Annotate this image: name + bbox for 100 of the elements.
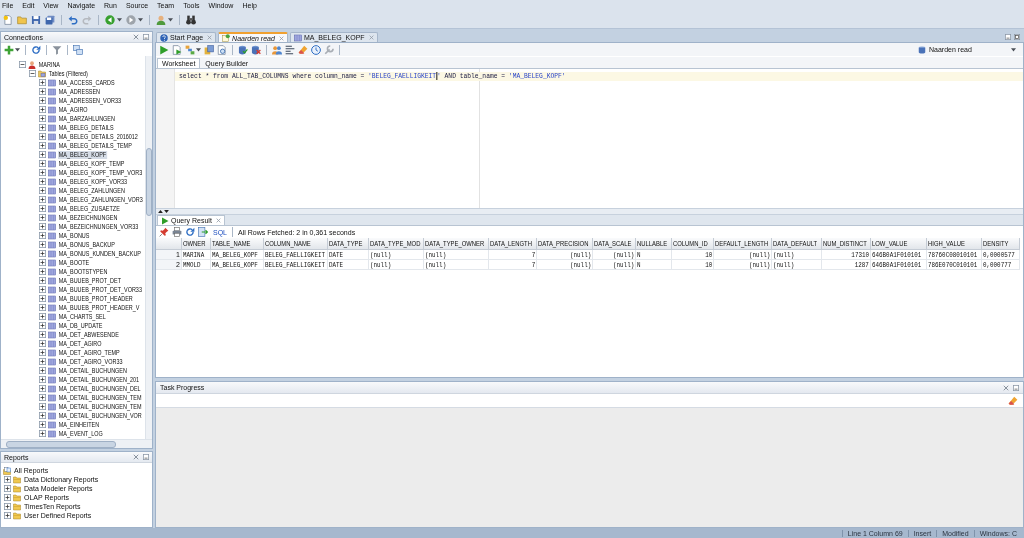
expand-icon[interactable] [4, 503, 11, 510]
caret-icon [1011, 47, 1016, 52]
worksheet-icon [222, 34, 231, 42]
expand-icon[interactable] [4, 494, 11, 501]
expand-icon[interactable] [39, 169, 46, 176]
grid-corner [156, 238, 182, 250]
reports-folder-icon [3, 466, 11, 475]
minimize-icon[interactable] [143, 34, 149, 40]
expand-icon[interactable] [39, 88, 46, 95]
expand-icon[interactable] [39, 313, 46, 320]
expand-icon[interactable] [39, 142, 46, 149]
export-icon[interactable] [198, 227, 208, 237]
expand-icon[interactable] [39, 124, 46, 131]
expand-icon[interactable] [39, 106, 46, 113]
printer-icon[interactable] [172, 227, 182, 237]
expand-icon[interactable] [39, 259, 46, 266]
run-icon [161, 216, 169, 225]
expand-icon[interactable] [39, 322, 46, 329]
expand-icon[interactable] [39, 331, 46, 338]
eraser-icon[interactable] [1008, 395, 1018, 406]
people-icon[interactable] [272, 44, 282, 55]
stacked-pages-icon[interactable] [204, 44, 214, 55]
expand-icon[interactable] [39, 133, 46, 140]
maximize-icon[interactable] [1014, 33, 1020, 40]
expand-icon[interactable] [39, 394, 46, 401]
refresh-icon[interactable] [31, 44, 41, 55]
expand-icon[interactable] [39, 115, 46, 122]
expand-icon[interactable] [39, 295, 46, 302]
save-icon[interactable] [31, 14, 41, 25]
run-icon[interactable] [159, 44, 169, 55]
expand-icon[interactable] [39, 232, 46, 239]
expand-icon[interactable] [39, 223, 46, 230]
expand-icon[interactable] [39, 187, 46, 194]
arrow-up-icon[interactable] [158, 210, 163, 213]
pin-icon[interactable] [159, 227, 169, 237]
expand-icon[interactable] [39, 412, 46, 419]
save-all-icon[interactable] [45, 14, 55, 25]
minimize-icon[interactable] [1013, 384, 1019, 391]
expand-icon[interactable] [39, 241, 46, 248]
caret-icon[interactable] [138, 17, 143, 22]
vertical-scrollbar[interactable] [145, 56, 152, 439]
expand-icon[interactable] [39, 178, 46, 185]
expand-icon[interactable] [39, 268, 46, 275]
close-icon[interactable] [133, 34, 139, 40]
expand-icon[interactable] [39, 304, 46, 311]
expand-icon[interactable] [39, 403, 46, 410]
expand-icon[interactable] [4, 512, 11, 519]
caret-icon[interactable] [15, 47, 20, 52]
expand-icon[interactable] [39, 250, 46, 257]
database-cross-icon[interactable] [251, 44, 261, 55]
eraser-icon[interactable] [298, 44, 308, 55]
collapse-icon[interactable] [29, 70, 36, 77]
collapse-icon[interactable] [19, 61, 26, 68]
table-icon [293, 33, 302, 42]
expand-icon[interactable] [39, 79, 46, 86]
arrow-down-icon[interactable] [164, 210, 169, 213]
close-icon[interactable] [1003, 384, 1009, 391]
database-icon [918, 45, 926, 54]
expand-icon[interactable] [39, 367, 46, 374]
expand-icon[interactable] [39, 349, 46, 356]
expand-icon[interactable] [39, 340, 46, 347]
undo-icon[interactable] [68, 14, 78, 25]
minimize-icon[interactable] [1005, 33, 1011, 40]
filter-icon[interactable] [52, 44, 62, 55]
user-icon [28, 60, 36, 69]
binoculars-icon[interactable] [186, 14, 196, 25]
caret-icon[interactable] [117, 17, 122, 22]
expand-icon[interactable] [39, 385, 46, 392]
blocks-icon[interactable] [185, 44, 195, 55]
stacked-windows-icon[interactable] [73, 44, 83, 55]
expand-icon[interactable] [4, 485, 11, 492]
expand-icon[interactable] [39, 277, 46, 284]
expand-icon[interactable] [39, 196, 46, 203]
horizontal-scrollbar[interactable] [1, 439, 152, 448]
expand-icon[interactable] [39, 205, 46, 212]
tables-folder-icon [38, 69, 46, 78]
clock-icon[interactable] [311, 44, 321, 55]
text-lines-icon[interactable] [285, 44, 295, 55]
expand-icon[interactable] [39, 376, 46, 383]
expand-icon[interactable] [39, 358, 46, 365]
minimize-icon[interactable] [143, 454, 149, 460]
expand-icon[interactable] [39, 286, 46, 293]
refresh-icon[interactable] [185, 227, 195, 237]
expand-icon[interactable] [39, 430, 46, 437]
page-magnifier-icon[interactable] [217, 44, 227, 55]
caret-icon[interactable] [168, 17, 173, 22]
expand-icon[interactable] [39, 97, 46, 104]
expand-icon[interactable] [4, 476, 11, 483]
scrollbar-thumb[interactable] [6, 440, 116, 448]
expand-icon[interactable] [39, 421, 46, 428]
run-script-icon[interactable] [172, 44, 182, 55]
scrollbar-thumb[interactable] [146, 148, 152, 216]
user-icon[interactable] [156, 14, 166, 25]
close-icon[interactable] [133, 454, 139, 460]
caret-icon[interactable] [196, 47, 201, 52]
expand-icon[interactable] [39, 214, 46, 221]
database-check-icon[interactable] [238, 44, 248, 55]
expand-icon[interactable] [39, 160, 46, 167]
back-icon[interactable] [105, 14, 115, 25]
expand-icon[interactable] [39, 151, 46, 158]
